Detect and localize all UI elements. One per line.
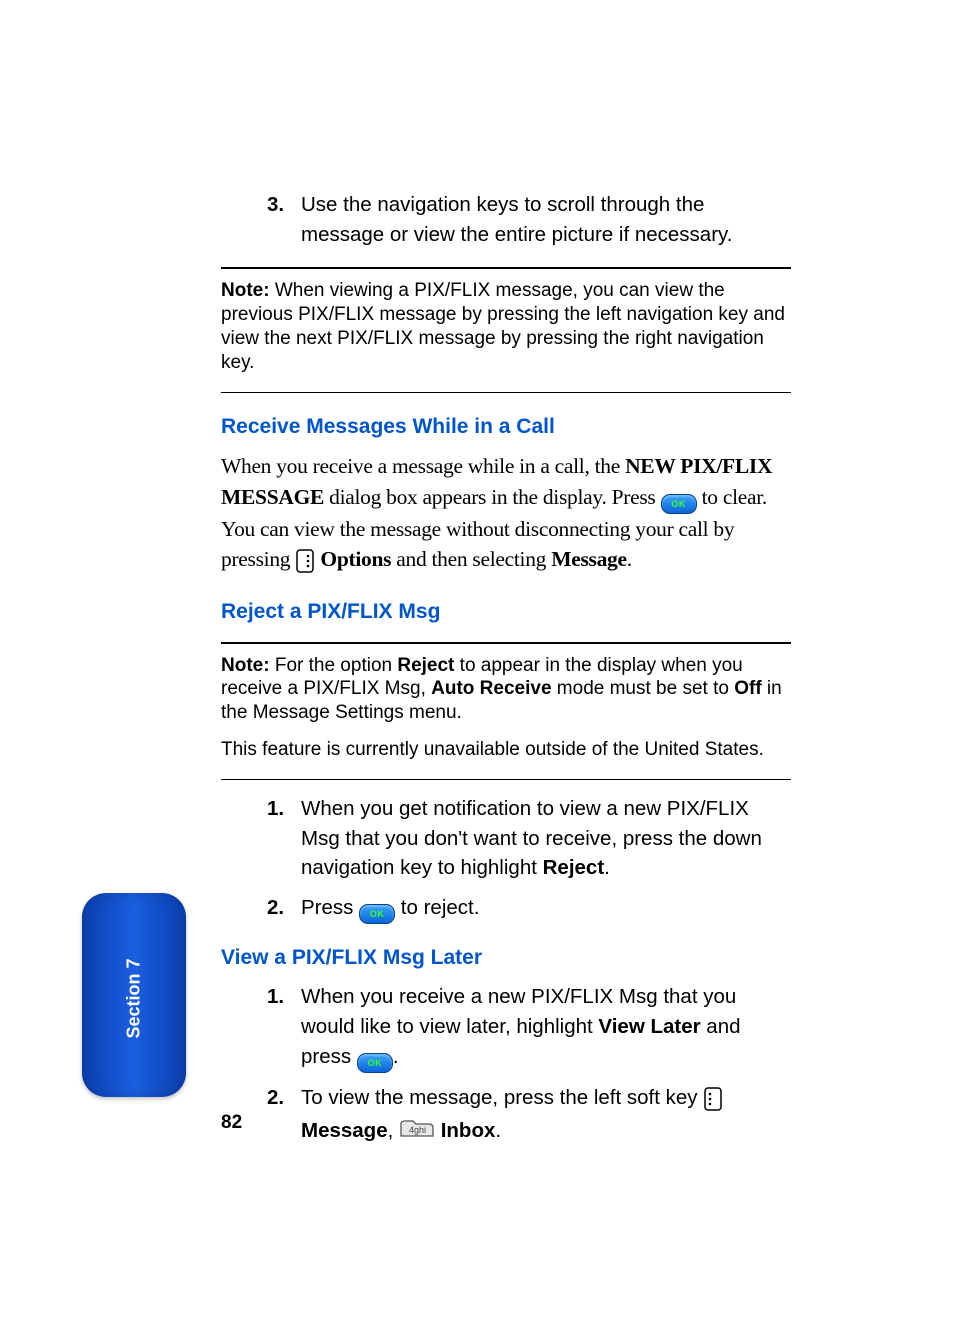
ok-key-icon — [359, 904, 395, 924]
text: To view the message, press the left soft… — [301, 1086, 703, 1109]
svg-text:4ghi: 4ghi — [409, 1125, 426, 1135]
step-number: 1. — [267, 794, 284, 824]
later-steps: 1. When you receive a new PIX/FLIX Msg t… — [221, 982, 791, 1146]
divider — [221, 642, 791, 644]
bold-text: Inbox — [441, 1119, 496, 1142]
section-tab-label: Section 7 — [124, 947, 145, 1051]
bold-text: Message — [551, 547, 627, 571]
bold-text: Options — [320, 547, 391, 571]
text: to reject. — [395, 896, 479, 919]
bold-text: Off — [734, 678, 761, 699]
divider — [221, 779, 791, 780]
text: . — [627, 547, 632, 571]
page-content: 3. Use the navigation keys to scroll thr… — [221, 190, 791, 1156]
heading-view-later: View a PIX/FLIX Msg Later — [221, 946, 791, 970]
reject-step-1: 1. When you get notification to view a n… — [221, 794, 791, 883]
text: dialog box appears in the display. Press — [324, 485, 661, 509]
step-text: Use the navigation keys to scroll throug… — [301, 193, 732, 246]
divider — [221, 392, 791, 393]
unavailable-text: This feature is currently unavailable ou… — [221, 739, 791, 761]
divider — [221, 267, 791, 269]
note-text: When viewing a PIX/FLIX message, you can… — [221, 280, 785, 372]
later-step-1: 1. When you receive a new PIX/FLIX Msg t… — [221, 982, 791, 1072]
text: For the option — [270, 655, 398, 676]
folder-key-icon: 4ghi — [399, 1119, 435, 1142]
bold-text: View Later — [598, 1015, 700, 1038]
text: When you get notification to view a new … — [301, 797, 762, 879]
section-tab: Section 7 — [82, 893, 186, 1097]
heading-receive: Receive Messages While in a Call — [221, 415, 791, 439]
note-label: Note: — [221, 280, 270, 301]
bold-text: Reject — [543, 856, 605, 879]
note-label: Note: — [221, 655, 270, 676]
step-number: 1. — [267, 982, 284, 1012]
text: . — [604, 856, 610, 879]
text: When you receive a message while in a ca… — [221, 454, 625, 478]
step-list-top: 3. Use the navigation keys to scroll thr… — [221, 190, 791, 249]
note-2: Note: For the option Reject to appear in… — [221, 654, 791, 725]
step-number: 2. — [267, 893, 284, 923]
text: . — [495, 1119, 501, 1142]
reject-steps: 1. When you get notification to view a n… — [221, 794, 791, 924]
right-softkey-icon — [295, 548, 315, 578]
paragraph-receive: When you receive a message while in a ca… — [221, 451, 791, 577]
text: Press — [301, 896, 359, 919]
note-1: Note: When viewing a PIX/FLIX message, y… — [221, 279, 791, 374]
step-3: 3. Use the navigation keys to scroll thr… — [221, 190, 791, 249]
text: mode must be set to — [552, 678, 735, 699]
step-number: 2. — [267, 1083, 284, 1113]
text: and then selecting — [391, 547, 551, 571]
reject-step-2: 2. Press to reject. — [221, 893, 791, 924]
page-number: 82 — [221, 1112, 242, 1134]
later-step-2: 2. To view the message, press the left s… — [221, 1083, 791, 1146]
bold-text: Auto Receive — [431, 678, 551, 699]
left-softkey-icon — [703, 1087, 723, 1117]
text: . — [393, 1045, 399, 1068]
text: , — [388, 1119, 399, 1142]
bold-text: Message — [301, 1119, 388, 1142]
heading-reject: Reject a PIX/FLIX Msg — [221, 600, 791, 624]
bold-text: Reject — [397, 655, 454, 676]
ok-key-icon — [661, 494, 697, 514]
step-number: 3. — [267, 190, 284, 220]
ok-key-icon — [357, 1053, 393, 1073]
